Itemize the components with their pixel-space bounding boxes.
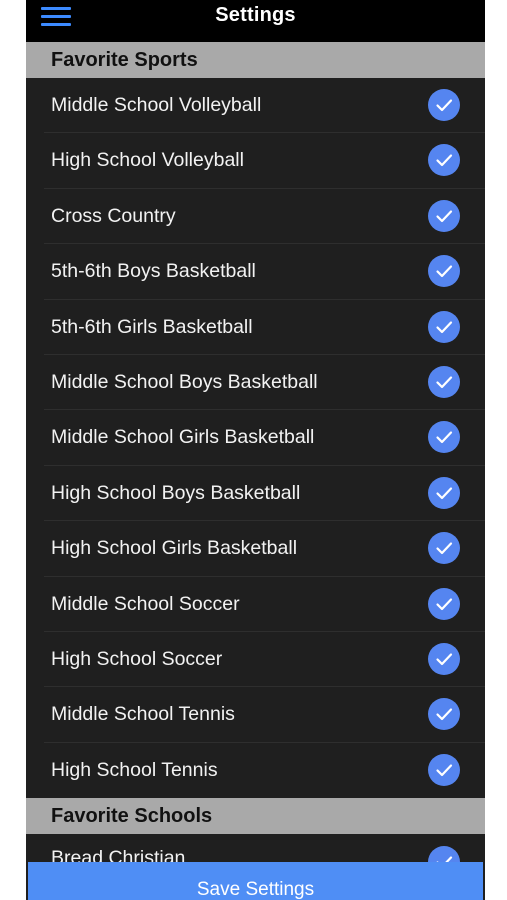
list-item-label: Middle School Soccer xyxy=(51,592,240,615)
checkmark-icon[interactable] xyxy=(428,642,460,675)
list-item-label: 5th-6th Girls Basketball xyxy=(51,315,253,338)
list-item-label: High School Soccer xyxy=(51,647,223,670)
section-header-favorite-schools: Favorite Schools xyxy=(26,798,485,834)
list-item-label: High School Tennis xyxy=(51,758,218,781)
list-item[interactable]: High School Boys Basketball xyxy=(26,466,485,522)
section-header-favorite-sports: Favorite Sports xyxy=(26,42,485,78)
list-item[interactable]: 5th-6th Girls Basketball xyxy=(26,300,485,356)
list-item-label: Middle School Boys Basketball xyxy=(51,370,318,393)
checkmark-icon[interactable] xyxy=(428,476,460,509)
checkmark-icon[interactable] xyxy=(428,144,460,177)
list-item[interactable]: High School Volleyball xyxy=(26,133,485,190)
save-settings-button[interactable]: Save Settings xyxy=(28,862,483,900)
list-item-label: Middle School Volleyball xyxy=(51,94,262,116)
settings-screen: Settings Favorite Sports Middle School V… xyxy=(26,0,485,900)
list-item[interactable]: Middle School Tennis xyxy=(26,687,485,744)
list-item-label: Bread Christian xyxy=(51,847,186,865)
list-item[interactable]: High School Girls Basketball xyxy=(26,521,485,577)
page-title: Settings xyxy=(215,4,296,26)
list-item[interactable]: Middle School Boys Basketball xyxy=(26,355,485,411)
schools-list: Bread Christian xyxy=(26,835,485,865)
checkmark-icon[interactable] xyxy=(428,753,460,786)
list-item-label: Middle School Tennis xyxy=(51,703,235,726)
list-item[interactable]: Middle School Girls Basketball xyxy=(26,410,485,467)
checkmark-icon[interactable] xyxy=(428,365,460,398)
checkmark-icon[interactable] xyxy=(428,89,460,121)
checkmark-icon[interactable] xyxy=(428,698,460,731)
list-item[interactable]: Bread Christian xyxy=(26,835,485,865)
list-item-label: High School Girls Basketball xyxy=(51,537,298,560)
checkmark-icon[interactable] xyxy=(428,532,460,565)
sports-list: Middle School Volleyball High School Voll… xyxy=(26,78,485,798)
checkmark-icon[interactable] xyxy=(428,310,460,343)
list-item[interactable]: Middle School Soccer xyxy=(26,577,485,633)
list-item-label: High School Boys Basketball xyxy=(51,481,301,504)
checkmark-icon[interactable] xyxy=(428,199,460,232)
list-item-label: Cross Country xyxy=(51,204,176,227)
checkmark-icon[interactable] xyxy=(428,421,460,454)
list-item[interactable]: High School Soccer xyxy=(26,632,485,688)
list-item[interactable]: High School Tennis xyxy=(26,743,485,798)
list-item-label: High School Volleyball xyxy=(51,149,244,172)
list-item[interactable]: Middle School Volleyball xyxy=(26,78,485,134)
checkmark-icon[interactable] xyxy=(428,255,460,288)
nav-bar: Settings xyxy=(26,0,485,42)
list-item[interactable]: 5th-6th Boys Basketball xyxy=(26,244,485,300)
checkmark-icon[interactable] xyxy=(428,587,460,620)
list-item-label: 5th-6th Boys Basketball xyxy=(51,260,256,283)
list-item[interactable]: Cross Country xyxy=(26,189,485,245)
list-item-label: Middle School Girls Basketball xyxy=(51,426,315,449)
